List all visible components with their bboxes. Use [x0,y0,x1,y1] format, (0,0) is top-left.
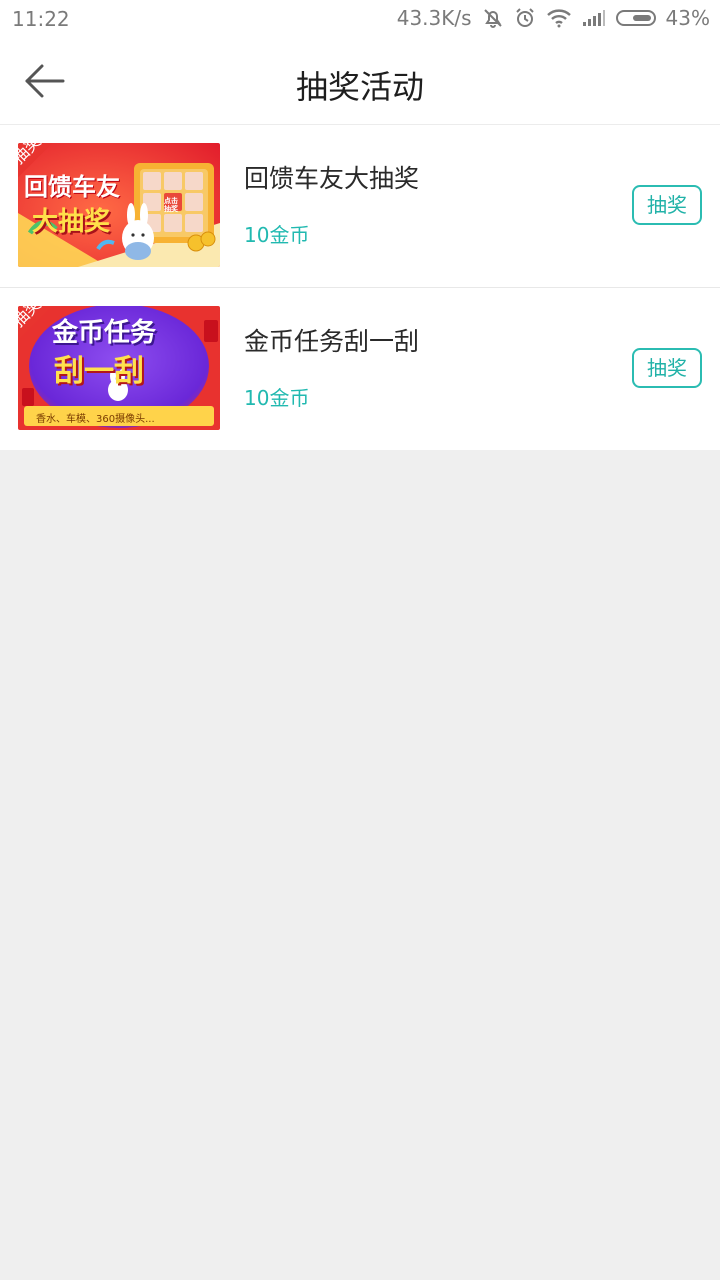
status-bar: 11:22 43.3K/s 43% [0,0,720,40]
lottery-ribbon: 抽奖 [18,143,60,185]
banner-tag: 点击抽奖 [164,197,178,213]
activity-banner-image: 金币任务 刮一刮 香水、车模、360摄像头... 抽奖 [18,306,220,430]
list-item[interactable]: 金币任务 刮一刮 香水、车模、360摄像头... 抽奖 金币任务刮一刮 10金币… [0,288,720,450]
list-item[interactable]: 回馈车友 大抽奖 点击抽奖 抽奖 回馈车友大抽奖 10金币 抽奖 [0,125,720,288]
activity-cost: 10金币 [244,223,310,247]
activity-name: 回馈车友大抽奖 [244,164,420,193]
mute-bell-icon [482,7,504,29]
battery-percent: 43% [665,6,710,30]
ribbon-label: 抽奖 [18,306,60,348]
banner-title-line1: 金币任务 [52,318,157,348]
draw-button[interactable]: 抽奖 [632,348,702,388]
draw-button[interactable]: 抽奖 [632,185,702,225]
banner-title-line2: 刮一刮 [54,354,144,389]
status-icons: 43.3K/s 43% [397,6,710,30]
banner-subtitle: 香水、车模、360摄像头... [36,414,155,425]
banner-title-line2: 大抽奖 [32,207,111,237]
activity-cost: 10金币 [244,386,310,410]
activity-list: 回馈车友 大抽奖 点击抽奖 抽奖 回馈车友大抽奖 10金币 抽奖 金币任务 刮一… [0,125,720,450]
ribbon-label: 抽奖 [18,143,60,185]
signal-icon [582,9,606,27]
network-speed: 43.3K/s [396,6,472,30]
activity-name: 金币任务刮一刮 [244,327,420,356]
top-bar: 抽奖活动 [0,40,720,125]
battery-icon [615,10,656,26]
lottery-ribbon: 抽奖 [18,306,60,348]
page-title: 抽奖活动 [295,68,424,106]
status-time: 11:22 [12,7,70,31]
alarm-clock-icon [514,7,536,29]
wifi-icon [546,8,572,28]
activity-banner-image: 回馈车友 大抽奖 点击抽奖 抽奖 [18,143,220,267]
